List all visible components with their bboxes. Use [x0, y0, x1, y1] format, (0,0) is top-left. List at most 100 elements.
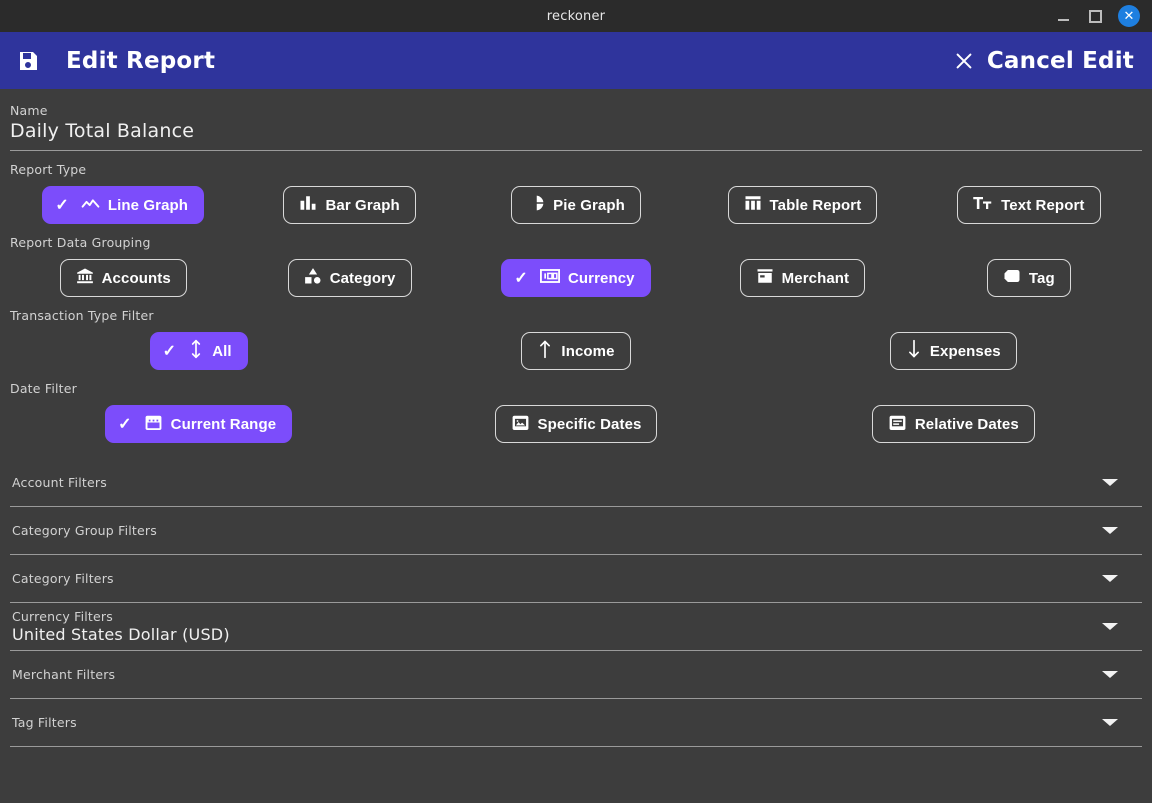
chip-label: All: [212, 342, 232, 360]
close-button[interactable]: ✕: [1118, 5, 1140, 27]
grouping-merchant[interactable]: Merchant: [739, 259, 866, 297]
check-icon: ✓: [55, 197, 69, 214]
chip-cell: Relative Dates: [765, 405, 1142, 443]
report-type-table-report[interactable]: Table Report: [727, 186, 878, 224]
chevron-down-icon[interactable]: [1102, 719, 1118, 726]
chip-cell: Merchant: [689, 259, 915, 297]
grouping-accounts[interactable]: Accounts: [59, 259, 187, 297]
chip-label: Pie Graph: [553, 196, 625, 214]
calendar-text-icon: [888, 413, 907, 436]
chip-label: Table Report: [769, 196, 862, 214]
date-filter-relative-dates[interactable]: Relative Dates: [871, 405, 1035, 443]
date-filter-label: Date Filter: [10, 381, 78, 396]
window-title: reckoner: [546, 8, 606, 24]
maximize-button[interactable]: [1086, 7, 1104, 25]
bank-icon: [76, 267, 94, 289]
save-icon[interactable]: [16, 49, 40, 73]
filter-section-text: Account Filters: [12, 475, 1102, 490]
chip-label: Accounts: [101, 269, 171, 287]
report-type-options: ✓ Line Graph Bar Graph Pie Graph Table R…: [10, 186, 1142, 224]
chevron-down-icon[interactable]: [1102, 479, 1118, 486]
filter-section-category[interactable]: Category Filters: [10, 555, 1142, 602]
report-type-group: Report Type ✓ Line Graph Bar Graph Pie G…: [10, 151, 1142, 224]
filter-section-text: Tag Filters: [12, 715, 1102, 730]
cancel-edit-button[interactable]: Cancel Edit: [953, 48, 1134, 74]
check-icon: ✓: [118, 416, 132, 433]
transaction-type-filter-group: Transaction Type Filter ✓ All Income Exp…: [10, 297, 1142, 370]
pie-graph-icon: [527, 194, 545, 216]
app-header: Edit Report Cancel Edit: [0, 32, 1152, 89]
report-data-grouping-options: Accounts Category ✓ Currency Merchant Ta…: [10, 259, 1142, 297]
txn-type-expenses[interactable]: Expenses: [889, 332, 1017, 370]
banknote-icon: [539, 268, 560, 288]
chip-cell: ✓ All: [10, 332, 387, 370]
filter-section-title: Tag Filters: [12, 715, 77, 730]
grouping-tag[interactable]: Tag: [986, 259, 1071, 297]
transaction-type-filter-label: Transaction Type Filter: [10, 308, 154, 323]
chip-cell: Text Report: [916, 186, 1142, 224]
minimize-button[interactable]: [1054, 7, 1072, 25]
chip-cell: Specific Dates: [387, 405, 764, 443]
grouping-currency[interactable]: ✓ Currency: [501, 259, 651, 297]
txn-type-income[interactable]: Income: [521, 332, 631, 370]
filter-sections: Account Filters Category Group Filters C…: [10, 459, 1142, 747]
report-type-bar-graph[interactable]: Bar Graph: [283, 186, 416, 224]
filter-section-title: Category Group Filters: [12, 523, 157, 538]
chip-cell: ✓ Currency: [463, 259, 689, 297]
chip-cell: ✓ Current Range: [10, 405, 387, 443]
chip-cell: Expenses: [765, 332, 1142, 370]
chip-label: Income: [561, 342, 615, 360]
chip-cell: Pie Graph: [463, 186, 689, 224]
date-filter-group: Date Filter ✓ Current Range Specific Dat…: [10, 370, 1142, 443]
date-filter-specific-dates[interactable]: Specific Dates: [494, 405, 658, 443]
chip-label: Merchant: [781, 269, 850, 287]
report-type-line-graph[interactable]: ✓ Line Graph: [42, 186, 205, 224]
store-icon: [756, 267, 774, 289]
report-type-text-report[interactable]: Text Report: [957, 186, 1101, 224]
bar-graph-icon: [299, 194, 317, 216]
date-filter-current-range[interactable]: ✓ Current Range: [105, 405, 293, 443]
chip-label: Tag: [1028, 269, 1055, 287]
report-type-pie-graph[interactable]: Pie Graph: [511, 186, 641, 224]
filter-section-category-group[interactable]: Category Group Filters: [10, 507, 1142, 554]
chip-label: Specific Dates: [537, 415, 642, 433]
shapes-icon: [304, 267, 322, 289]
chevron-down-icon[interactable]: [1102, 671, 1118, 678]
filter-section-merchant[interactable]: Merchant Filters: [10, 651, 1142, 698]
arrow-down-icon: [906, 339, 922, 363]
chip-label: Relative Dates: [914, 415, 1019, 433]
window-titlebar: reckoner ✕: [0, 0, 1152, 32]
report-type-label: Report Type: [10, 162, 87, 177]
divider: [10, 746, 1142, 747]
filter-section-title: Currency Filters: [12, 609, 113, 624]
name-field[interactable]: Name Daily Total Balance: [10, 89, 1142, 150]
arrow-up-down-icon: [188, 339, 204, 363]
chip-cell: Table Report: [689, 186, 915, 224]
chevron-down-icon[interactable]: [1102, 623, 1118, 630]
chip-cell: ✓ Line Graph: [10, 186, 236, 224]
filter-section-title: Category Filters: [12, 571, 114, 586]
report-form: Name Daily Total Balance Report Type ✓ L…: [0, 89, 1152, 747]
grouping-category[interactable]: Category: [287, 259, 412, 297]
chip-label: Line Graph: [107, 196, 189, 214]
tag-icon: [1003, 267, 1021, 289]
chip-label: Text Report: [1001, 196, 1085, 214]
chip-label: Expenses: [929, 342, 1001, 360]
window-controls: ✕: [1054, 5, 1152, 27]
filter-section-title: Merchant Filters: [12, 667, 116, 682]
txn-type-all[interactable]: ✓ All: [149, 332, 248, 370]
name-value: Daily Total Balance: [10, 120, 195, 142]
line-graph-icon: [81, 194, 100, 217]
chip-cell: Accounts: [10, 259, 236, 297]
chip-label: Category: [329, 269, 396, 287]
date-filter-options: ✓ Current Range Specific Dates Relative …: [10, 405, 1142, 443]
name-label: Name: [10, 103, 48, 118]
filter-section-currency[interactable]: Currency Filters United States Dollar (U…: [10, 603, 1142, 650]
filter-section-tag[interactable]: Tag Filters: [10, 699, 1142, 746]
chevron-down-icon[interactable]: [1102, 575, 1118, 582]
text-report-icon: [973, 194, 993, 216]
check-icon: ✓: [162, 343, 177, 360]
chip-cell: Bar Graph: [236, 186, 462, 224]
chevron-down-icon[interactable]: [1102, 527, 1118, 534]
filter-section-account[interactable]: Account Filters: [10, 459, 1142, 506]
